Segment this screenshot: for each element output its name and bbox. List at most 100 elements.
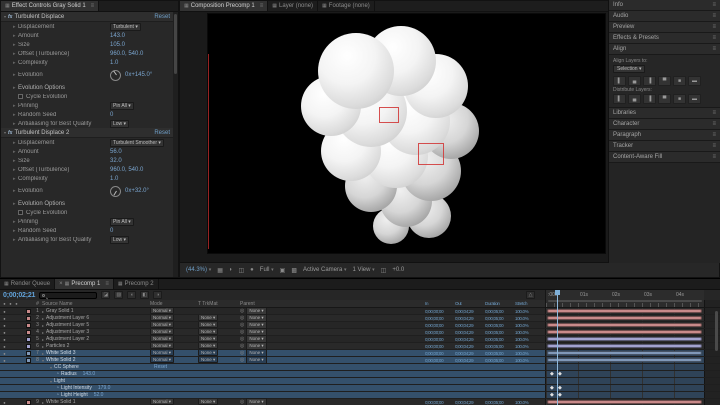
blend-mode-dropdown[interactable]: Normal ▾ [150,357,175,363]
property-track[interactable]: ◆ ◆ [545,385,704,391]
in-value[interactable]: 0;00;00;00 [425,400,455,405]
eye-icon[interactable]: ● [2,316,7,321]
eye-icon[interactable]: ● [2,309,7,314]
twirl-icon[interactable]: ▸ [42,309,44,314]
panel-menu-icon[interactable]: ≡ [712,24,716,30]
layer-selection-box[interactable] [418,143,444,165]
lock-icon[interactable] [20,358,25,363]
property-value[interactable]: 0x+32.0° [125,188,149,194]
stretch-value[interactable]: 100.0% [515,344,545,349]
trkmat-dropdown[interactable]: None ▾ [198,329,219,335]
audio-icon[interactable] [8,351,13,356]
property-track[interactable]: ◆ ◆ [545,392,704,398]
layer-track[interactable] [545,343,704,349]
column-in[interactable]: In [425,301,455,306]
layer-track[interactable] [545,336,704,342]
out-value[interactable]: 0;00;04;29 [455,351,485,356]
dock-panel-effects-presets[interactable]: Effects & Presets ≡ [609,33,720,44]
property-value[interactable]: 960.0, 540.0 [110,167,143,173]
layer-track[interactable] [545,399,704,405]
stretch-value[interactable]: 100.0% [515,400,545,405]
property-dropdown[interactable]: Turbulent Smoother ▾ [110,138,164,147]
twirl-icon[interactable]: ▸ [42,351,44,356]
lock-icon[interactable] [20,316,25,321]
solo-icon[interactable] [14,330,19,335]
property-row[interactable]: ◔ Radius 143.0 ◆ ◆ [0,371,720,378]
property-dropdown[interactable]: Low ▾ [110,119,130,128]
property-group-row[interactable]: ▾ CC Sphere Reset [0,364,720,371]
solo-icon[interactable] [14,337,19,342]
current-time-display[interactable]: 0;00;02;21 [3,292,35,299]
in-value[interactable]: 0;00;00;00 [425,344,455,349]
align-button-4[interactable]: ■ [673,76,686,86]
duration-value[interactable]: 0;00;05;00 [485,316,515,321]
angle-dial[interactable] [110,185,121,197]
dock-panel-character[interactable]: Character ≡ [609,119,720,130]
blend-mode-dropdown[interactable]: Normal ▾ [150,329,175,335]
dock-panel-tracker[interactable]: Tracker ≡ [609,141,720,152]
layer-track[interactable] [545,322,704,328]
twirl-icon[interactable]: ▸ [42,344,44,349]
column-parent[interactable]: Parent [240,301,425,307]
duration-value[interactable]: 0;00;05;00 [485,330,515,335]
scrollbar-thumb[interactable] [174,14,177,74]
parent-dropdown[interactable]: None ▾ [246,398,267,405]
lock-icon[interactable] [20,309,25,314]
label-color-chip[interactable] [26,308,31,314]
lock-icon[interactable] [20,351,25,356]
audio-icon[interactable] [8,400,13,405]
distribute-button-2[interactable]: ▐ [643,94,656,104]
twirl-icon[interactable]: ▾ [42,358,44,363]
eye-icon[interactable]: ● [2,337,7,342]
twirl-icon[interactable]: ▸ [42,323,44,328]
eye-icon[interactable]: ● [2,323,7,328]
layer-name[interactable]: Adjustment Layer 3 [46,329,89,335]
parent-pickwhip-icon[interactable]: ◎ [240,399,244,405]
panel-menu-icon[interactable]: ≡ [712,110,716,116]
in-value[interactable]: 0;00;00;00 [425,323,455,328]
panel-menu-icon[interactable]: ≡ [260,3,264,9]
out-value[interactable]: 0;00;04;29 [455,309,485,314]
distribute-button-1[interactable]: ▄ [628,94,641,104]
eye-icon[interactable]: ● [2,330,7,335]
layer-duration-bar[interactable] [547,344,702,348]
in-value[interactable]: 0;00;00;00 [425,337,455,342]
audio-icon[interactable] [8,358,13,363]
label-color-chip[interactable] [26,322,31,328]
blend-mode-dropdown[interactable]: Normal ▾ [150,322,175,328]
dock-panel-audio[interactable]: Audio ≡ [609,11,720,22]
trkmat-dropdown[interactable]: None ▾ [198,399,219,405]
property-value[interactable]: 52.0 [94,392,104,398]
property-value[interactable]: 56.0 [110,149,122,155]
checkbox[interactable] [18,210,23,215]
resolution-dropdown[interactable]: Full ▾ [260,267,274,273]
hide-shy-layers-icon[interactable]: ◖ [127,291,137,299]
audio-icon[interactable] [8,344,13,349]
trkmat-dropdown[interactable]: None ▾ [198,350,219,356]
layer-name[interactable]: Adjustment Layer 5 [46,322,89,328]
column-mode[interactable]: Mode [150,301,198,307]
snapshot-icon[interactable]: ◫ [239,267,245,274]
solo-icon[interactable] [14,309,19,314]
layer-duration-bar[interactable] [547,400,702,404]
keyframe-icon[interactable]: ◆ [550,392,554,399]
panel-menu-icon[interactable]: ≡ [712,2,716,8]
keyframe-icon[interactable]: ◆ [558,392,562,399]
property-dropdown[interactable]: Low ▾ [110,235,130,244]
column-out[interactable]: Out [455,301,485,306]
tab-effect-controls[interactable]: ▦ Effect Controls Gray Solid 1 ≡ [1,1,100,11]
property-value[interactable]: 0x+145.0° [125,72,152,78]
parent-dropdown[interactable]: None ▾ [246,356,267,364]
property-value[interactable]: 179.0 [98,385,111,391]
layer-duration-bar[interactable] [547,358,702,362]
timeline-tab-1[interactable]: × ▦ Precomp 1 ≡ [55,279,114,289]
distribute-button-0[interactable]: ▌ [613,94,626,104]
duration-value[interactable]: 0;00;05;00 [485,344,515,349]
close-icon[interactable]: × [59,281,63,287]
solo-icon[interactable] [14,344,19,349]
effect-controls-scrollbar[interactable] [173,12,178,277]
graph-editor-icon[interactable]: △ [526,291,535,299]
audio-icon[interactable] [8,316,13,321]
lock-icon[interactable] [20,344,25,349]
angle-dial[interactable] [110,69,121,81]
